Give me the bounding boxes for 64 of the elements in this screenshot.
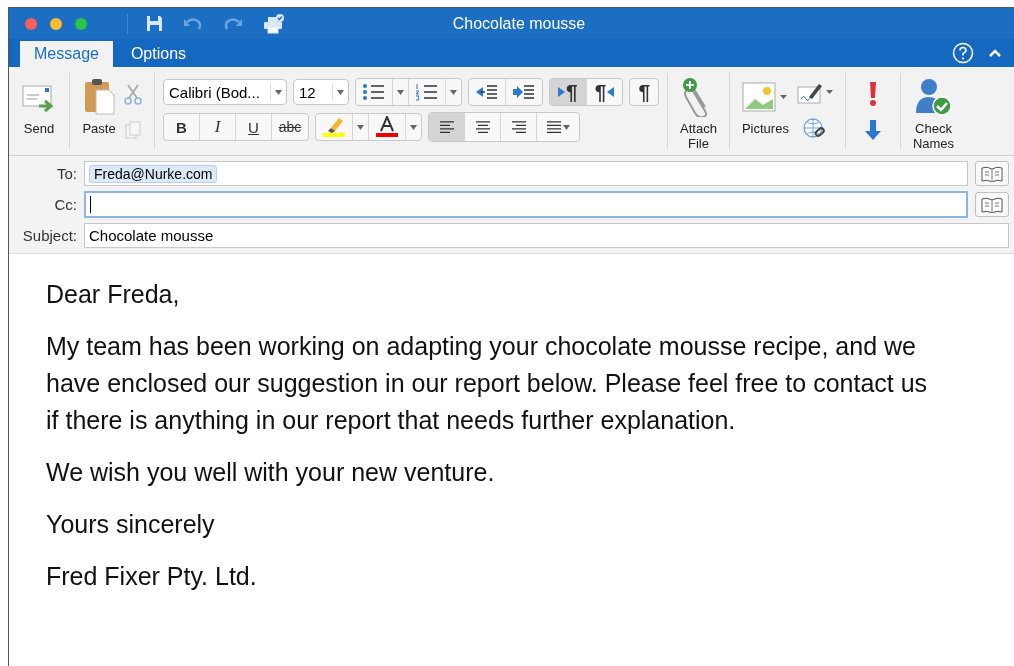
subject-field[interactable]: Chocolate mousse (84, 223, 1009, 248)
align-icon (510, 121, 527, 133)
printer-icon[interactable] (263, 13, 285, 34)
font-size-dropdown[interactable]: 12 (293, 79, 349, 105)
pictures-button[interactable]: Pictures (737, 71, 793, 151)
clipboard-icon (82, 77, 116, 117)
exclamation-icon[interactable] (867, 81, 878, 107)
collapse-icon[interactable] (988, 48, 1002, 58)
font-color-icon (375, 116, 399, 138)
message-paragraph: Dear Freda, (46, 279, 181, 310)
italic-button[interactable]: I (200, 114, 236, 140)
cc-field[interactable] (84, 191, 968, 218)
numbered-list-icon (415, 83, 439, 101)
underline-button[interactable]: U (236, 114, 272, 140)
align-left-button[interactable] (429, 113, 465, 141)
left-to-right-button[interactable]: ¶ (550, 79, 587, 105)
message-paragraph: We wish you well with your new venture. (46, 457, 496, 488)
message-paragraph: My team has been working on adapting your chocolate mousse recipe, and we have enclosed our suggestion in our report below. Please feel free to contact us if there is anything in our report that needs further explanation. (46, 331, 929, 436)
paste-button[interactable]: Paste (78, 71, 120, 151)
caret-icon (275, 89, 282, 95)
caret-icon (397, 89, 404, 95)
down-arrow-icon[interactable] (863, 119, 882, 141)
book-icon (980, 165, 1004, 182)
send-button[interactable]: Send (17, 71, 61, 151)
field-label: To: (56, 165, 77, 182)
address-book-button[interactable] (975, 161, 1009, 186)
address-book-button[interactable] (975, 192, 1009, 217)
message-paragraph: Fred Fixer Pty. Ltd. (46, 561, 258, 592)
caret-icon (357, 124, 364, 130)
highlighter-icon (322, 116, 346, 138)
field-label: Subject: (21, 227, 77, 244)
field-label: Cc: (53, 196, 77, 213)
caret-icon (410, 124, 417, 130)
check-names-button[interactable]: Check Names (908, 71, 959, 151)
ribbon-tab[interactable]: Message (20, 41, 113, 67)
font-name-dropdown[interactable]: Calibri (Bod... (163, 79, 287, 105)
help-icon[interactable] (952, 42, 974, 64)
formatting-marks-button[interactable]: ¶ (630, 79, 659, 105)
text-cursor (90, 196, 91, 213)
bold-button[interactable]: B (164, 114, 200, 140)
caret-icon (563, 124, 570, 130)
triangle-icon (607, 87, 615, 97)
strikethrough-button[interactable]: abc (272, 114, 308, 140)
triangle-icon (558, 87, 565, 97)
link-icon[interactable] (801, 116, 828, 141)
bullet-list-icon (362, 83, 386, 101)
to-field[interactable]: Freda@Nurke.com (84, 161, 968, 186)
ribbon-tab[interactable]: Options (116, 41, 201, 67)
outdent-icon (475, 84, 499, 100)
attach-file-button[interactable]: Attach File (676, 71, 721, 151)
person-check-icon (913, 77, 954, 117)
align-icon (546, 121, 562, 133)
align-icon (438, 121, 455, 133)
message-paragraph: Yours sincerely (46, 509, 216, 540)
right-to-left-button[interactable]: ¶ (586, 79, 623, 105)
book-icon (980, 196, 1004, 213)
signature-icon[interactable] (796, 81, 833, 104)
caret-icon (337, 89, 344, 95)
align-icon (474, 121, 491, 133)
recipient-token[interactable]: Freda@Nurke.com (89, 164, 218, 183)
window-title: Chocolate mousse (451, 14, 587, 33)
minimize-button[interactable] (50, 17, 62, 30)
caret-icon (450, 89, 457, 95)
indent-icon (512, 84, 536, 100)
